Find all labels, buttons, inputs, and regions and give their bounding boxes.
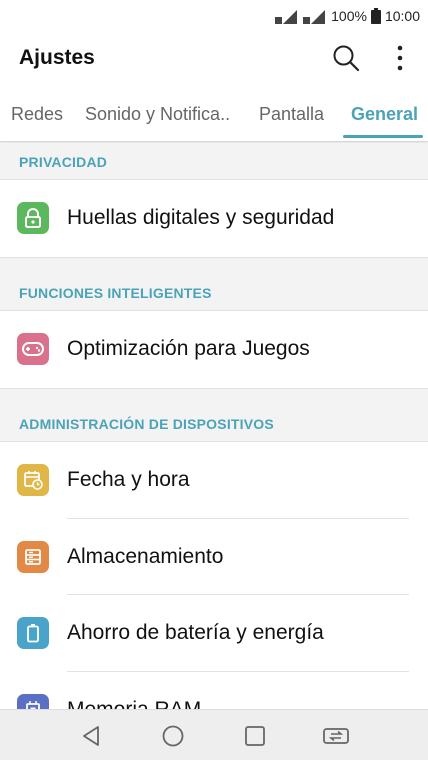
section-header-funciones: FUNCIONES INTELIGENTES: [0, 257, 428, 311]
tab-bar: Redes Sonido y Notifica.. Pantalla Gener…: [0, 88, 428, 142]
battery-icon: [370, 8, 381, 24]
clock: 10:00: [384, 8, 420, 24]
home-button[interactable]: [159, 722, 187, 750]
lock-icon: [17, 202, 49, 234]
list-item-fecha-hora[interactable]: Fecha y hora: [0, 442, 428, 519]
status-bar: 100% 10:00: [0, 0, 428, 32]
active-tab-indicator: [343, 135, 423, 138]
navigation-bar: [0, 709, 428, 760]
list-item-label: Huellas digitales y seguridad: [67, 206, 335, 229]
tab-pantalla[interactable]: Pantalla: [259, 104, 324, 125]
list-item-huellas[interactable]: Huellas digitales y seguridad: [0, 180, 428, 257]
calendar-clock-icon: [17, 464, 49, 496]
list-item-memoria-ram[interactable]: Memoria RAM: [0, 672, 428, 709]
app-bar: Ajustes: [0, 32, 428, 84]
tab-general[interactable]: General: [351, 104, 418, 125]
search-button[interactable]: [328, 40, 364, 76]
switch-sim-icon: [323, 728, 349, 744]
page-title: Ajustes: [19, 46, 95, 69]
memory-icon: [17, 694, 49, 709]
back-triangle-icon: [83, 726, 99, 746]
list-item-label: Optimización para Juegos: [67, 337, 310, 360]
list-item-almacenamiento[interactable]: Almacenamiento: [0, 519, 428, 595]
section-header-administracion: ADMINISTRACIÓN DE DISPOSITIVOS: [0, 388, 428, 442]
sim2-signal-icon: [303, 8, 327, 24]
more-vert-icon: [397, 45, 403, 71]
list-item-label: Ahorro de batería y energía: [67, 621, 324, 644]
dual-window-button[interactable]: [322, 722, 350, 750]
battery-saver-icon: [17, 617, 49, 649]
list-item-label: Almacenamiento: [67, 545, 224, 568]
list-item-juegos[interactable]: Optimización para Juegos: [0, 311, 428, 388]
back-button[interactable]: [77, 722, 105, 750]
more-options-button[interactable]: [382, 40, 418, 76]
home-circle-icon: [162, 725, 184, 747]
sim1-signal-icon: [275, 8, 299, 24]
list-item-ahorro-bateria[interactable]: Ahorro de batería y energía: [0, 595, 428, 672]
tab-sonido[interactable]: Sonido y Notifica..: [85, 104, 230, 125]
battery-percent: 100%: [331, 8, 367, 24]
storage-icon: [17, 541, 49, 573]
settings-list[interactable]: PRIVACIDAD Huellas digitales y seguridad…: [0, 143, 428, 709]
search-icon: [333, 45, 360, 72]
list-item-label: Fecha y hora: [67, 468, 190, 491]
recents-button[interactable]: [241, 722, 269, 750]
recents-square-icon: [245, 726, 265, 746]
gamepad-icon: [17, 333, 49, 365]
list-item-label: Memoria RAM: [67, 698, 201, 709]
tab-redes[interactable]: Redes: [11, 104, 63, 125]
section-header-privacidad: PRIVACIDAD: [0, 143, 428, 180]
